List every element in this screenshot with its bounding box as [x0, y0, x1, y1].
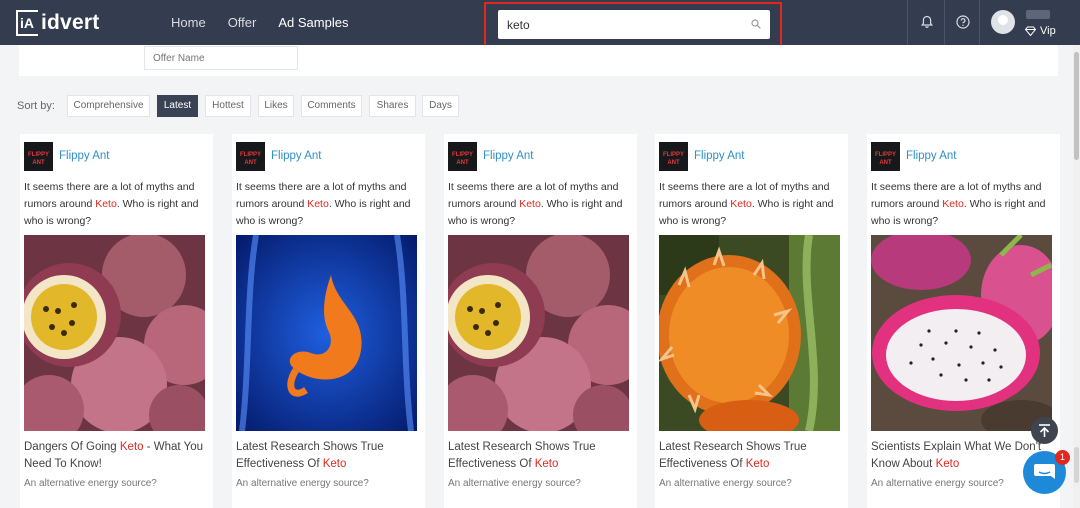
- sort-latest[interactable]: Latest: [157, 95, 198, 117]
- search-icon[interactable]: [751, 19, 761, 29]
- search-highlight-box: [484, 2, 782, 47]
- logo-text: idvert: [41, 11, 100, 34]
- card-header: FLIPPY ANT Flippy Ant: [871, 141, 957, 171]
- brand-logo: FLIPPY ANT: [448, 141, 477, 171]
- ad-subtitle: An alternative energy source?: [236, 478, 369, 489]
- ad-card[interactable]: FLIPPY ANT Flippy Ant It seems there are …: [655, 134, 848, 508]
- sort-shares[interactable]: Shares: [369, 95, 416, 117]
- back-to-top-button[interactable]: [1031, 417, 1058, 444]
- ad-subtitle: An alternative energy source?: [24, 478, 157, 489]
- main-nav: Home Offer Ad Samples: [160, 0, 359, 45]
- brand-name[interactable]: Flippy Ant: [483, 150, 534, 162]
- top-navbar: iA idvert Home Offer Ad Samples Vip: [0, 0, 1080, 47]
- sort-days[interactable]: Days: [422, 95, 459, 117]
- chat-notification-badge: 1: [1055, 450, 1070, 465]
- avatar[interactable]: [991, 10, 1015, 34]
- ad-text: It seems there are a lot of myths and ru…: [236, 181, 411, 227]
- ad-title[interactable]: Latest Research Shows True Effectiveness…: [659, 439, 842, 473]
- offer-name-input[interactable]: [144, 46, 298, 70]
- ad-subtitle: An alternative energy source?: [448, 478, 581, 489]
- brand-logo: FLIPPY ANT: [24, 141, 53, 171]
- ad-image-passion-fruit[interactable]: [24, 235, 205, 431]
- card-header: FLIPPY ANT Flippy Ant: [659, 141, 745, 171]
- card-header: FLIPPY ANT Flippy Ant: [236, 141, 322, 171]
- ad-subtitle: An alternative energy source?: [871, 478, 1004, 489]
- nav-offer[interactable]: Offer: [228, 0, 257, 45]
- brand-name[interactable]: Flippy Ant: [694, 150, 745, 162]
- ad-image-stomach[interactable]: [236, 235, 417, 431]
- ad-image-passion-fruit[interactable]: [448, 235, 629, 431]
- sort-hottest[interactable]: Hottest: [205, 95, 251, 117]
- vip-label: Vip: [1040, 25, 1056, 37]
- brand-name[interactable]: Flippy Ant: [59, 150, 110, 162]
- nav-ad-samples[interactable]: Ad Samples: [278, 0, 348, 45]
- ad-card[interactable]: FLIPPY ANT Flippy Ant It seems there are …: [444, 134, 637, 508]
- scrollbar-thumb[interactable]: [1074, 52, 1079, 160]
- sort-comprehensive[interactable]: Comprehensive: [67, 95, 150, 117]
- ad-image-horned-melon[interactable]: [659, 235, 840, 431]
- ad-subtitle: An alternative energy source?: [659, 478, 792, 489]
- ad-title[interactable]: Dangers Of Going Keto - What You Need To…: [24, 439, 207, 473]
- logo[interactable]: iA idvert: [16, 9, 99, 37]
- ad-title[interactable]: Latest Research Shows True Effectiveness…: [448, 439, 631, 473]
- help-icon[interactable]: [955, 14, 971, 30]
- logo-mark: iA: [16, 10, 38, 36]
- brand-logo: FLIPPY ANT: [236, 141, 265, 171]
- bell-icon[interactable]: [919, 14, 935, 30]
- ad-text: It seems there are a lot of myths and ru…: [24, 181, 199, 227]
- brand-name[interactable]: Flippy Ant: [271, 150, 322, 162]
- ad-image-dragon-fruit[interactable]: [871, 235, 1052, 431]
- header-divider: [979, 0, 980, 45]
- brand-logo: FLIPPY ANT: [659, 141, 688, 171]
- card-header: FLIPPY ANT Flippy Ant: [24, 141, 110, 171]
- search-box: [498, 10, 770, 39]
- ad-text: It seems there are a lot of myths and ru…: [659, 181, 834, 227]
- brand-logo: FLIPPY ANT: [871, 141, 900, 171]
- sort-label: Sort by:: [17, 100, 55, 112]
- ad-card[interactable]: FLIPPY ANT Flippy Ant It seems there are …: [20, 134, 213, 508]
- arrow-up-icon: [1039, 424, 1050, 437]
- nav-home[interactable]: Home: [171, 0, 206, 45]
- ad-text: It seems there are a lot of myths and ru…: [871, 181, 1046, 227]
- scrollbar-thumb-secondary[interactable]: [1074, 447, 1079, 483]
- sort-comments[interactable]: Comments: [301, 95, 362, 117]
- sort-likes[interactable]: Likes: [258, 95, 294, 117]
- username-redacted: [1026, 10, 1050, 19]
- ad-title[interactable]: Latest Research Shows True Effectiveness…: [236, 439, 419, 473]
- search-input[interactable]: [498, 10, 738, 39]
- vip-badge[interactable]: Vip: [1025, 25, 1056, 37]
- header-divider: [907, 0, 908, 45]
- card-header: FLIPPY ANT Flippy Ant: [448, 141, 534, 171]
- brand-name[interactable]: Flippy Ant: [906, 150, 957, 162]
- ad-card[interactable]: FLIPPY ANT Flippy Ant It seems there are …: [232, 134, 425, 508]
- header-divider: [944, 0, 945, 45]
- ad-text: It seems there are a lot of myths and ru…: [448, 181, 623, 227]
- diamond-icon: [1025, 26, 1036, 36]
